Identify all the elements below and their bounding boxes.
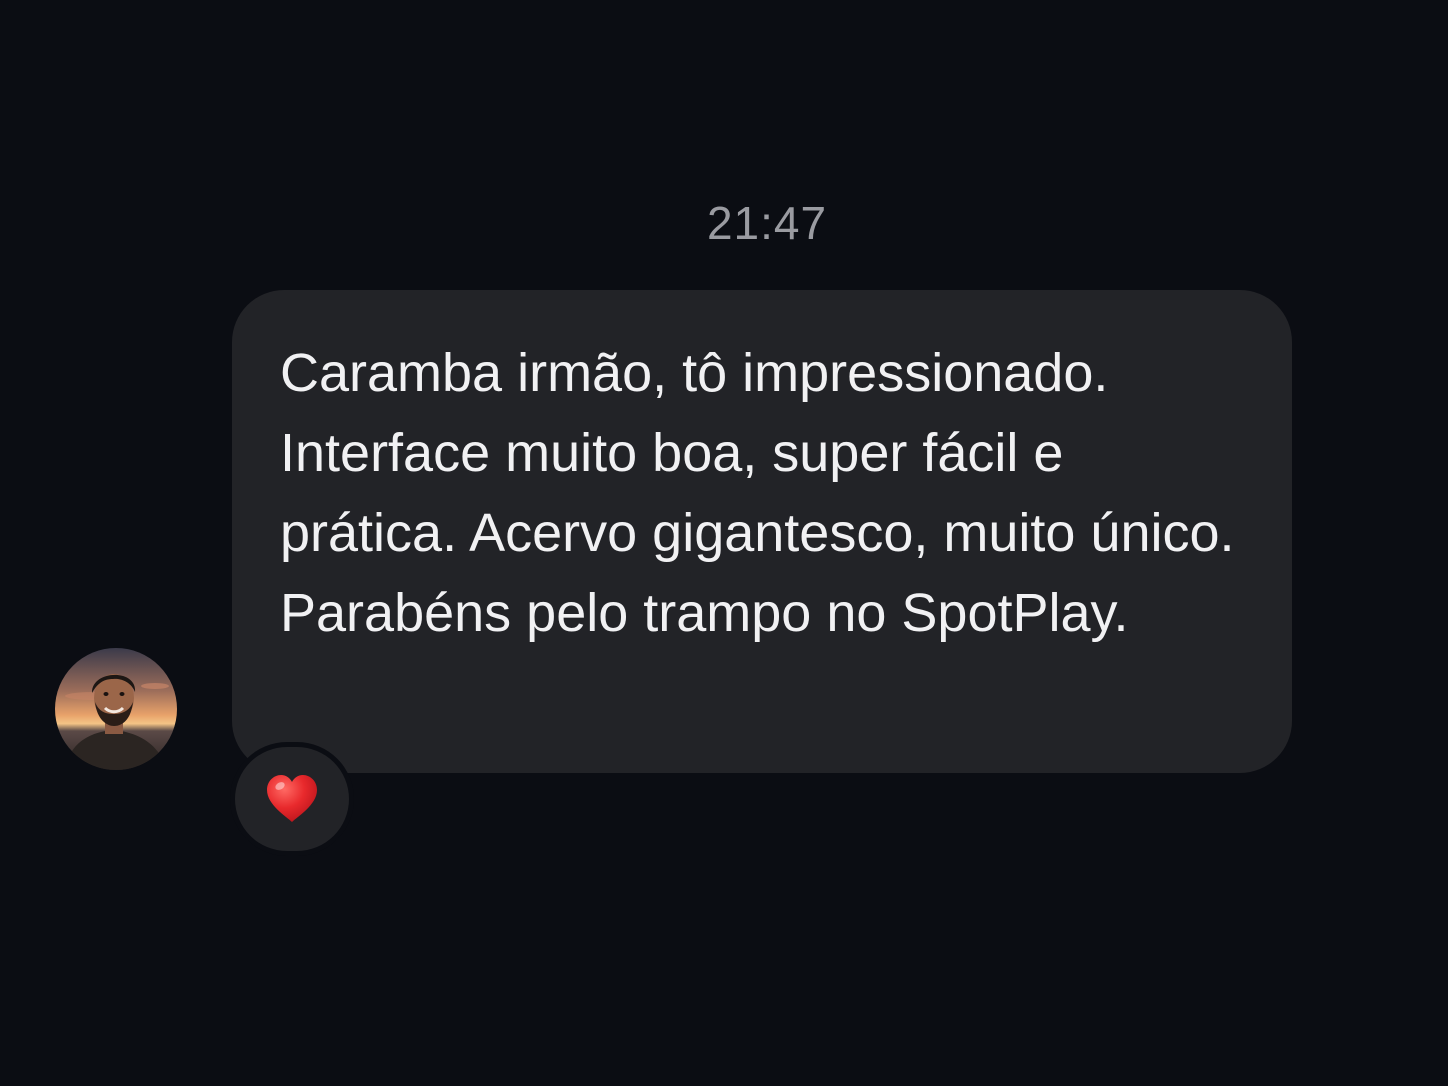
sender-avatar[interactable] [55,648,177,770]
reaction-pill [235,747,349,851]
message-text: Caramba irmão, tô impressionado. Interfa… [280,343,1235,643]
message-timestamp: 21:47 [706,197,828,249]
message-bubble[interactable]: Caramba irmão, tô impressionado. Interfa… [232,290,1292,773]
heart-icon [267,775,317,822]
avatar-photo [55,648,177,770]
reaction-badge[interactable] [230,742,354,856]
